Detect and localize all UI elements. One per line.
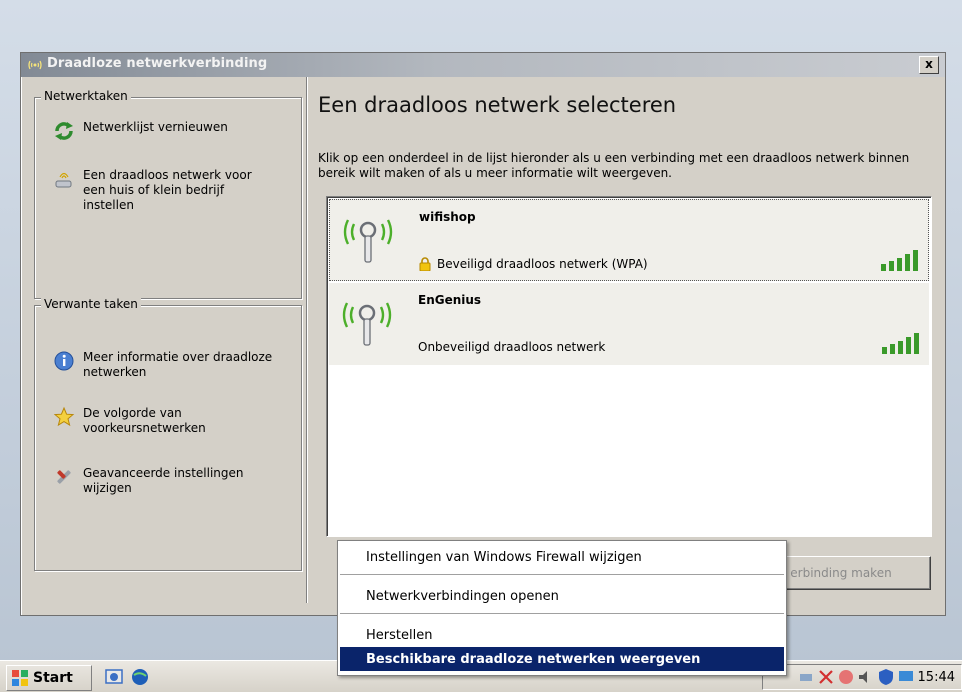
- pane-divider: [306, 77, 308, 603]
- wireless-icon: [28, 60, 42, 70]
- network-ssid: wifishop: [419, 210, 476, 224]
- antivirus-shield-icon[interactable]: [877, 668, 895, 686]
- task-preferred-order[interactable]: De volgorde van voorkeursnetwerken: [53, 406, 273, 436]
- signal-strength-icon: [881, 250, 918, 271]
- close-button[interactable]: x: [919, 56, 939, 74]
- lock-icon: [419, 257, 431, 271]
- network-item-engenius[interactable]: EnGenius Onbeveiligd draadloos netwerk: [329, 283, 929, 365]
- network-security: Onbeveiligd draadloos netwerk: [418, 340, 605, 354]
- network-list[interactable]: wifishop Beveiligd draadloos netwerk (WP…: [326, 196, 932, 537]
- antenna-icon: [343, 219, 393, 263]
- system-tray: 15:44: [762, 664, 962, 690]
- windows-logo-icon: [12, 670, 28, 686]
- task-label: Geavanceerde instellingen wijzigen: [83, 466, 244, 495]
- network-security: Beveiligd draadloos netwerk (WPA): [419, 257, 648, 271]
- window-title: Draadloze netwerkverbinding: [47, 56, 268, 71]
- menu-separator: [340, 613, 784, 614]
- wireless-connection-window: Draadloze netwerkverbinding x Netwerktak…: [20, 52, 946, 616]
- internet-explorer-icon[interactable]: [130, 667, 150, 687]
- task-advanced-settings[interactable]: Geavanceerde instellingen wijzigen: [53, 466, 273, 496]
- task-label: De volgorde van voorkeursnetwerken: [83, 406, 206, 435]
- tray-context-menu: Instellingen van Windows Firewall wijzig…: [337, 540, 787, 676]
- left-task-pane: Netwerktaken Netwerklijst vernieuwen Een…: [21, 77, 306, 615]
- refresh-icon: [55, 122, 73, 140]
- wireless-setup-icon: [55, 172, 72, 188]
- show-desktop-icon[interactable]: [104, 667, 124, 687]
- network-tasks-group: Netwerktaken Netwerklijst vernieuwen Een…: [34, 89, 302, 299]
- menu-separator: [340, 574, 784, 575]
- monitor-icon[interactable]: [897, 668, 915, 686]
- wireless-disconnected-icon[interactable]: [817, 668, 835, 686]
- related-tasks-label: Verwante taken: [41, 297, 141, 311]
- task-refresh-network-list[interactable]: Netwerklijst vernieuwen: [53, 120, 228, 142]
- task-label: Netwerklijst vernieuwen: [83, 120, 228, 134]
- menu-item-repair[interactable]: Herstellen: [340, 623, 784, 647]
- page-title: Een draadloos netwerk selecteren: [318, 93, 677, 117]
- menu-item-view-wireless-networks[interactable]: Beschikbare draadloze netwerken weergeve…: [340, 647, 784, 671]
- security-label: Beveiligd draadloos netwerk (WPA): [437, 257, 648, 271]
- antenna-icon: [342, 302, 392, 346]
- clock: 15:44: [917, 670, 955, 685]
- star-icon: [53, 406, 75, 427]
- title-bar[interactable]: Draadloze netwerkverbinding x: [21, 53, 945, 77]
- task-label: Meer informatie over draadloze netwerken: [83, 350, 273, 379]
- security-alert-icon[interactable]: [837, 668, 855, 686]
- intro-text: Klik op een onderdeel in de lijst hieron…: [318, 151, 910, 180]
- volume-icon[interactable]: [857, 668, 875, 686]
- security-label: Onbeveiligd draadloos netwerk: [418, 340, 606, 354]
- task-more-info[interactable]: Meer informatie over draadloze netwerken: [53, 350, 273, 380]
- signal-strength-icon: [882, 333, 919, 354]
- start-button[interactable]: Start: [6, 665, 92, 691]
- task-setup-wireless-network[interactable]: Een draadloos netwerk voor een huis of k…: [53, 168, 273, 213]
- menu-item-open-network-connections[interactable]: Netwerkverbindingen openen: [340, 584, 784, 608]
- network-tasks-label: Netwerktaken: [41, 89, 131, 103]
- tools-icon: [57, 470, 71, 484]
- start-label: Start: [33, 670, 73, 686]
- related-tasks-group: Verwante taken Meer informatie over draa…: [34, 297, 302, 571]
- info-icon: [54, 351, 74, 371]
- menu-item-firewall-settings[interactable]: Instellingen van Windows Firewall wijzig…: [340, 545, 784, 569]
- network-status-icon[interactable]: [797, 668, 815, 686]
- network-ssid: EnGenius: [418, 293, 482, 307]
- network-item-wifishop[interactable]: wifishop Beveiligd draadloos netwerk (WP…: [329, 199, 929, 281]
- task-label: Een draadloos netwerk voor een huis of k…: [83, 168, 252, 212]
